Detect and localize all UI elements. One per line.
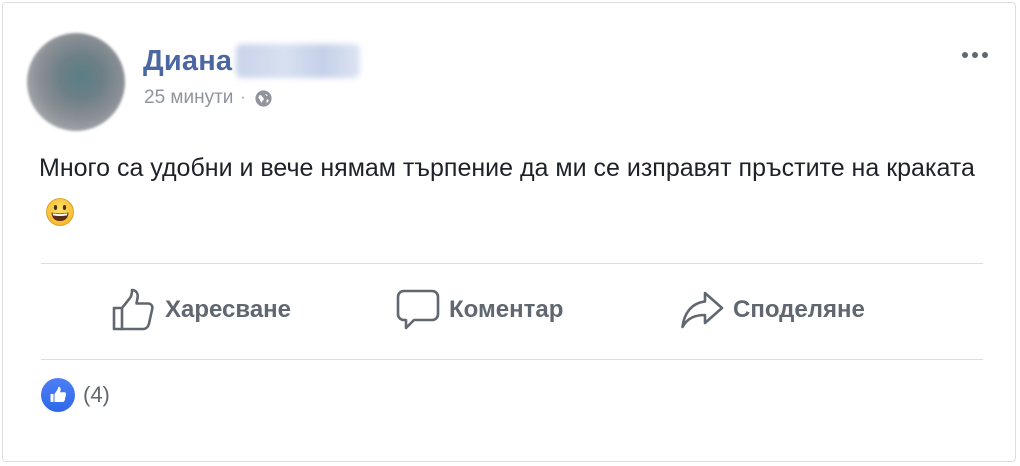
comment-icon bbox=[396, 289, 440, 330]
thumbs-up-icon bbox=[112, 288, 154, 331]
grinning-face-icon bbox=[46, 198, 74, 226]
post-meta: 25 минути · bbox=[144, 87, 273, 109]
post-text: Много са удобни и вече нямам търпение да… bbox=[39, 154, 975, 182]
meta-separator: · bbox=[240, 89, 246, 106]
post-body: Много са удобни и вече нямам търпение да… bbox=[39, 145, 1009, 237]
author-surname-redacted bbox=[236, 44, 361, 78]
share-arrow-icon bbox=[681, 291, 724, 329]
more-dot-icon bbox=[982, 52, 988, 58]
action-bar: Харесване Коментар Споделяне bbox=[41, 266, 983, 360]
divider-top bbox=[41, 263, 983, 264]
thumbs-up-icon bbox=[50, 386, 67, 402]
like-badge-icon bbox=[41, 378, 75, 412]
share-label: Споделяне bbox=[733, 296, 865, 323]
divider-bottom bbox=[41, 359, 983, 360]
comment-label: Коментар bbox=[449, 296, 564, 323]
more-dot-icon bbox=[972, 52, 978, 58]
more-options-button[interactable] bbox=[957, 43, 993, 67]
post-author[interactable]: Диана bbox=[143, 41, 361, 81]
like-button[interactable]: Харесване bbox=[111, 286, 291, 334]
share-button[interactable]: Споделяне bbox=[679, 286, 865, 334]
reactions-summary[interactable]: (4) bbox=[41, 378, 110, 412]
post-timestamp[interactable]: 25 минути bbox=[144, 87, 233, 109]
comment-button[interactable]: Коментар bbox=[395, 286, 563, 334]
reaction-count: (4) bbox=[83, 382, 110, 407]
more-dot-icon bbox=[962, 52, 968, 58]
avatar[interactable] bbox=[27, 33, 125, 131]
author-name[interactable]: Диана bbox=[143, 45, 232, 78]
post-card: Диана 25 минути · Много са удобни и вече… bbox=[2, 2, 1016, 462]
globe-icon[interactable] bbox=[254, 89, 273, 108]
like-label: Харесване bbox=[165, 296, 292, 323]
